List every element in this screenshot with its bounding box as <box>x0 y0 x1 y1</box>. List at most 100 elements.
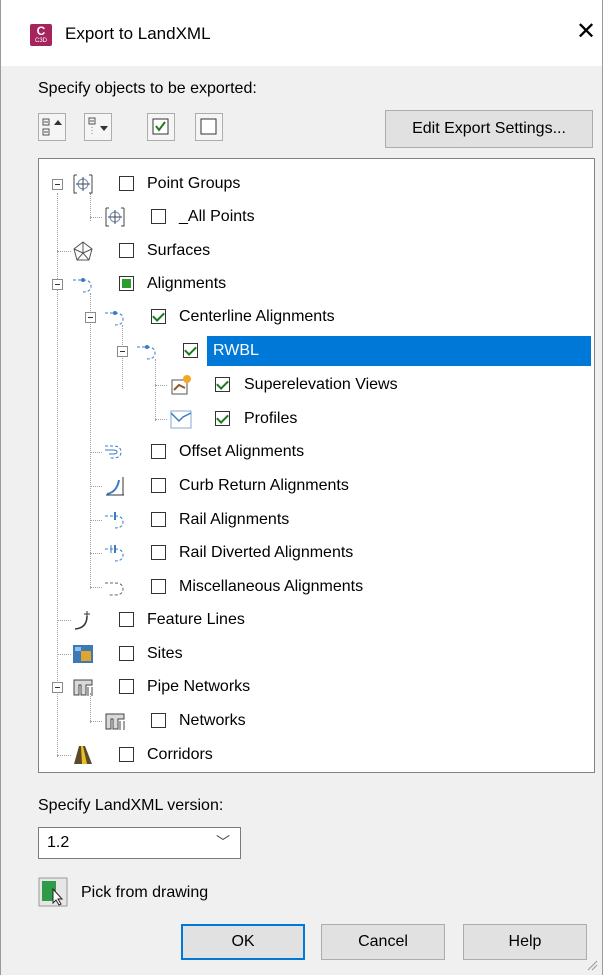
tree-item-label: Curb Return Alignments <box>179 477 349 494</box>
tree-item-corridors[interactable]: Corridors <box>39 740 594 770</box>
centerline-alignments-checkbox[interactable] <box>151 309 166 324</box>
cancel-button[interactable]: Cancel <box>321 924 445 960</box>
tree-guide-line <box>90 721 102 722</box>
all-points-checkbox[interactable] <box>151 209 166 224</box>
tree-item-label: _All Points <box>179 208 255 225</box>
tree-item-rail-diverted-alignments[interactable]: Rail Diverted Alignments <box>39 538 594 568</box>
tree-guide-line <box>90 520 102 521</box>
uncheck-all-button[interactable] <box>195 113 223 141</box>
resize-grip-icon[interactable] <box>586 959 598 971</box>
tree-item-networks[interactable]: Networks <box>39 706 594 736</box>
tree-item-alignments[interactable]: Alignments <box>39 269 594 299</box>
tree-item-centerline-alignments[interactable]: Centerline Alignments <box>39 302 594 332</box>
tree-guide-line <box>155 419 167 420</box>
tree-guide-line <box>57 654 71 655</box>
collapse-toggle[interactable] <box>85 312 96 323</box>
tree-item-label: Centerline Alignments <box>179 308 335 325</box>
tree-item-offset-alignments[interactable]: Offset Alignments <box>39 437 594 467</box>
feature-lines-checkbox[interactable] <box>119 612 134 627</box>
tree-item-label: Corridors <box>147 746 213 763</box>
miscellaneous-alignment-icon <box>105 582 124 596</box>
tree-item-pipe-networks[interactable]: Pipe Networks <box>39 672 594 702</box>
collapse-toggle[interactable] <box>117 346 128 357</box>
site-icon <box>73 645 93 663</box>
alignments-checkbox[interactable] <box>119 276 134 291</box>
rwbl-checkbox[interactable] <box>183 343 198 358</box>
collapse-toggle[interactable] <box>52 179 63 190</box>
profiles-checkbox[interactable] <box>215 411 230 426</box>
curb-return-alignments-checkbox[interactable] <box>151 478 166 493</box>
corridors-checkbox[interactable] <box>119 747 134 762</box>
tree-guide-line <box>90 486 102 487</box>
title-bar: C C3D Export to LandXML ✕ <box>1 0 602 66</box>
tree-item-label: Alignments <box>147 275 227 292</box>
rail-alignment-icon <box>105 512 124 529</box>
tree-item-label: Miscellaneous Alignments <box>179 578 364 595</box>
collapse-all-icon <box>88 117 108 134</box>
tree-item-profiles[interactable]: Profiles <box>39 404 594 434</box>
tree-item-label: RWBL <box>213 342 259 359</box>
tree-item-feature-lines[interactable]: Feature Lines <box>39 605 594 635</box>
pick-from-drawing-label[interactable]: Pick from drawing <box>81 884 208 902</box>
app-icon-letter: C <box>36 24 46 38</box>
ok-button[interactable]: OK <box>181 924 305 960</box>
offset-alignments-checkbox[interactable] <box>151 444 166 459</box>
tree-item-all-points[interactable]: _All Points <box>39 202 594 232</box>
help-button[interactable]: Help <box>463 924 587 960</box>
point-group-icon <box>105 207 125 227</box>
feature-line-icon <box>74 611 90 630</box>
point-groups-checkbox[interactable] <box>119 176 134 191</box>
check-all-icon <box>152 118 169 135</box>
expand-all-button[interactable] <box>38 113 66 141</box>
tree-item-label: Profiles <box>244 410 298 427</box>
tree-item-curb-return-alignments[interactable]: Curb Return Alignments <box>39 471 594 501</box>
alignment-icon <box>105 311 124 326</box>
superelevation-views-checkbox[interactable] <box>215 377 230 392</box>
dialog-title: Export to LandXML <box>65 24 211 43</box>
tree-item-rail-alignments[interactable]: Rail Alignments <box>39 505 594 535</box>
alignment-icon <box>137 345 156 360</box>
tree-item-point-groups[interactable]: Point Groups <box>39 169 594 199</box>
selection-highlight <box>207 336 591 366</box>
curb-return-alignment-icon <box>106 477 124 496</box>
tree-guide-line <box>90 217 102 218</box>
networks-checkbox[interactable] <box>151 713 166 728</box>
tree-guide-line <box>90 553 102 554</box>
tree-item-label: Surfaces <box>147 242 211 259</box>
miscellaneous-alignments-checkbox[interactable] <box>151 579 166 594</box>
landxml-version-label: Specify LandXML version: <box>38 797 224 814</box>
tree-item-label: Rail Diverted Alignments <box>179 544 354 561</box>
rail-diverted-alignment-icon <box>105 545 124 562</box>
landxml-version-select[interactable]: 1.2 ﹀ <box>38 827 241 859</box>
tree-guide-line <box>90 452 102 453</box>
tree-item-label: Pipe Networks <box>147 678 251 695</box>
close-icon[interactable]: ✕ <box>573 18 599 46</box>
pick-from-drawing-icon[interactable] <box>38 877 68 907</box>
uncheck-all-icon <box>200 118 217 135</box>
rail-diverted-alignments-checkbox[interactable] <box>151 545 166 560</box>
tree-item-surfaces[interactable]: Surfaces <box>39 236 594 266</box>
tree-guide-line <box>90 587 102 588</box>
chevron-down-icon: ﹀ <box>216 834 230 850</box>
pipe-networks-checkbox[interactable] <box>119 679 134 694</box>
sites-checkbox[interactable] <box>119 646 134 661</box>
collapse-all-button[interactable] <box>84 113 112 141</box>
tree-guide-line <box>155 385 167 386</box>
collapse-toggle[interactable] <box>52 279 63 290</box>
tree-item-label: Offset Alignments <box>179 443 305 460</box>
rail-alignments-checkbox[interactable] <box>151 512 166 527</box>
tree-guide-line <box>57 755 71 756</box>
edit-export-settings-button[interactable]: Edit Export Settings... <box>385 110 593 148</box>
offset-alignment-icon <box>105 445 122 459</box>
tree-item-label: Sites <box>147 645 183 662</box>
tree-item-miscellaneous-alignments[interactable]: Miscellaneous Alignments <box>39 572 594 602</box>
tree-item-superelevation-views[interactable]: Superelevation Views <box>39 370 594 400</box>
export-object-tree[interactable]: Point Groups _All Points Surfaces Alignm… <box>38 158 595 773</box>
surfaces-checkbox[interactable] <box>119 243 134 258</box>
collapse-toggle[interactable] <box>52 682 63 693</box>
tree-item-sites[interactable]: Sites <box>39 639 594 669</box>
tree-item-label: Feature Lines <box>147 611 245 628</box>
check-all-button[interactable] <box>147 113 175 141</box>
tree-item-rwbl[interactable]: RWBL <box>39 336 594 366</box>
alignment-icon <box>73 278 92 293</box>
